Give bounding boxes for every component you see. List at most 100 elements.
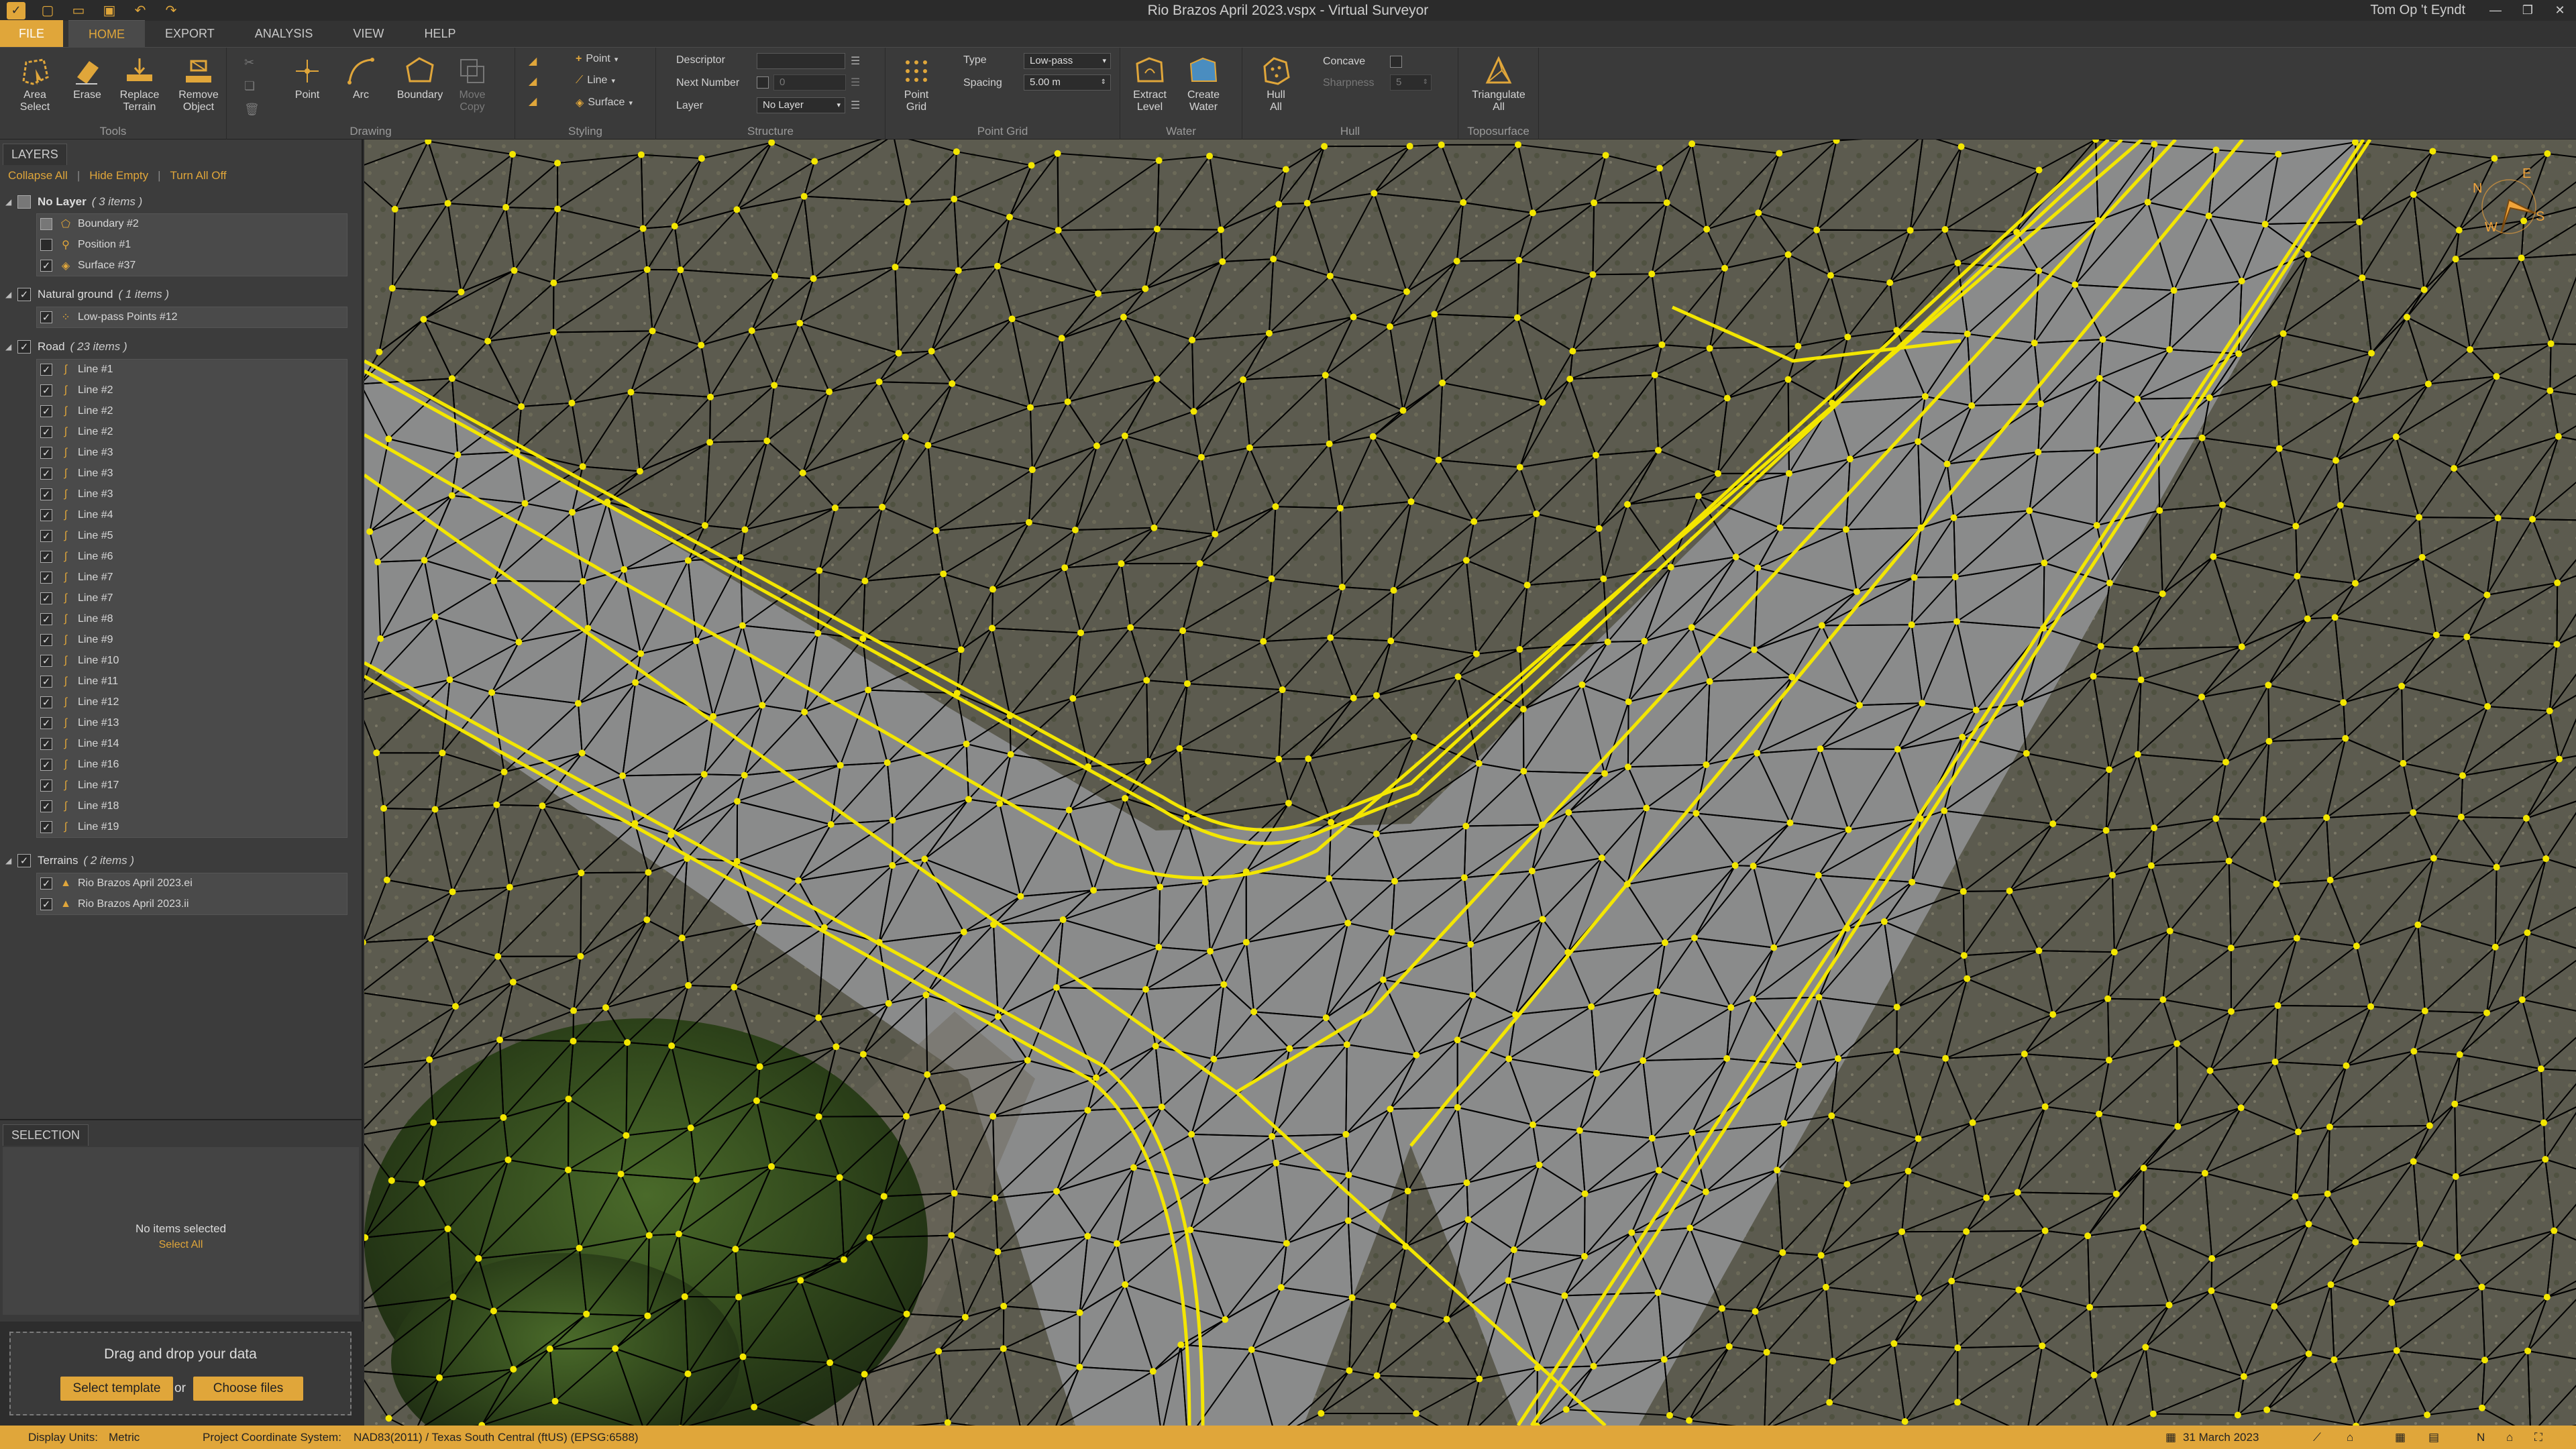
layer-group-no-layer[interactable]: ◢ No Layer ( 3 items ) xyxy=(5,192,344,212)
list-icon[interactable]: ☰ xyxy=(851,54,860,68)
remove-object-button[interactable]: Remove Object xyxy=(172,53,225,113)
draw-point-button[interactable]: Point xyxy=(280,53,334,101)
tab-home[interactable]: HOME xyxy=(68,20,146,47)
layer-item-checkbox[interactable]: ✓ xyxy=(40,405,52,417)
layer-item[interactable]: ⚲ Position #1 xyxy=(40,235,349,254)
area-select-button[interactable]: Area Select xyxy=(8,53,62,113)
style-line-dropdown[interactable]: ⟋ Line ▾ xyxy=(576,74,615,87)
layer-item-checkbox[interactable]: ✓ xyxy=(40,780,52,792)
concave-checkbox[interactable] xyxy=(1390,56,1402,68)
3d-viewport[interactable]: N E S W xyxy=(364,140,2576,1426)
layer-group-road[interactable]: ◢ ✓ Road ( 23 items ) xyxy=(5,337,344,357)
draw-arc-button[interactable]: Arc xyxy=(334,53,388,101)
terrain-scene[interactable] xyxy=(364,140,2576,1426)
layer-item[interactable]: ✓ ▲ Rio Brazos April 2023.ii xyxy=(40,895,349,914)
sharpness-input[interactable]: 5 ⇕ xyxy=(1390,74,1432,91)
layer-group-checkbox[interactable]: ✓ xyxy=(17,288,31,301)
layer-item-checkbox[interactable]: ✓ xyxy=(40,509,52,521)
layer-item[interactable]: ✓ ∫ Line #18 xyxy=(40,797,349,816)
type-select[interactable]: Low-pass ▾ xyxy=(1024,53,1111,69)
delete-icon[interactable]: 🗑 xyxy=(244,103,260,117)
layer-item-checkbox[interactable]: ✓ xyxy=(40,426,52,438)
layer-item-checkbox[interactable]: ✓ xyxy=(40,551,52,563)
selection-tab[interactable]: SELECTION xyxy=(3,1124,89,1146)
layer-item[interactable]: ✓ ∫ Line #7 xyxy=(40,568,349,587)
choose-files-button[interactable]: Choose files xyxy=(193,1377,303,1401)
expand-icon[interactable]: ◢ xyxy=(5,197,15,207)
layer-item[interactable]: ✓ ∫ Line #14 xyxy=(40,735,349,753)
save-icon[interactable]: ▣ xyxy=(101,3,118,19)
layer-item-checkbox[interactable]: ✓ xyxy=(40,572,52,584)
tab-file[interactable]: FILE xyxy=(0,20,64,47)
style-surface-dropdown[interactable]: ◈ Surface ▾ xyxy=(576,96,633,109)
layer-item-checkbox[interactable]: ✓ xyxy=(40,898,52,910)
layer-group-checkbox[interactable]: ✓ xyxy=(17,854,31,867)
select-all-link[interactable]: Select All xyxy=(0,1239,362,1251)
layer-group-checkbox[interactable] xyxy=(17,195,31,209)
hide-empty-link[interactable]: Hide Empty xyxy=(89,169,148,182)
spacing-input[interactable]: 5.00 m ⇕ xyxy=(1024,74,1111,91)
layer-item[interactable]: ✓ ∫ Line #6 xyxy=(40,547,349,566)
turn-all-off-link[interactable]: Turn All Off xyxy=(170,169,227,182)
drop-zone[interactable]: Drag and drop your data Select template … xyxy=(9,1332,352,1415)
layer-item-checkbox[interactable]: ✓ xyxy=(40,613,52,625)
layer-item[interactable]: ✓ ∫ Line #17 xyxy=(40,776,349,795)
extract-level-button[interactable]: Extract Level xyxy=(1123,53,1177,113)
layer-select[interactable]: No Layer ▾ xyxy=(757,97,845,113)
layer-item[interactable]: ✓ ∫ Line #3 xyxy=(40,443,349,462)
style-color-1-icon[interactable]: ◢ xyxy=(529,54,537,68)
replace-terrain-button[interactable]: Replace Terrain xyxy=(113,53,166,113)
layer-item-checkbox[interactable]: ✓ xyxy=(40,260,52,272)
layer-item-checkbox[interactable]: ✓ xyxy=(40,655,52,667)
undo-icon[interactable]: ↶ xyxy=(131,3,149,19)
layer-item-checkbox[interactable]: ✓ xyxy=(40,676,52,688)
list-icon[interactable]: ☰ xyxy=(851,76,860,89)
layer-item[interactable]: ✓ ∫ Line #5 xyxy=(40,527,349,545)
layer-item[interactable]: ✓ ∫ Line #10 xyxy=(40,651,349,670)
layer-item-checkbox[interactable]: ✓ xyxy=(40,592,52,604)
layer-item[interactable]: ✓ ⁘ Low-pass Points #12 xyxy=(40,308,349,327)
layer-item[interactable]: ✓ ∫ Line #7 xyxy=(40,589,349,608)
next-number-input[interactable]: 0 xyxy=(773,74,846,91)
layer-item-checkbox[interactable]: ✓ xyxy=(40,447,52,459)
layer-group-checkbox[interactable]: ✓ xyxy=(17,340,31,354)
layer-item[interactable]: ✓ ∫ Line #4 xyxy=(40,506,349,525)
triangulate-all-button[interactable]: Triangulate All xyxy=(1472,53,1525,113)
layer-group-terrains[interactable]: ◢ ✓ Terrains ( 2 items ) xyxy=(5,851,344,871)
chart-icon[interactable]: ⟋ xyxy=(2313,1426,2321,1449)
user-name[interactable]: Tom Op 't Eyndt xyxy=(2370,0,2465,21)
collapse-all-link[interactable]: Collapse All xyxy=(8,169,68,182)
close-icon[interactable]: ✕ xyxy=(2544,0,2576,21)
expand-icon[interactable]: ◢ xyxy=(5,342,15,352)
display-units-value[interactable]: Metric xyxy=(109,1426,140,1449)
select-template-button[interactable]: Select template xyxy=(60,1377,173,1401)
tab-analysis[interactable]: ANALYSIS xyxy=(235,20,333,47)
layer-group-natural-ground[interactable]: ◢ ✓ Natural ground ( 1 items ) xyxy=(5,284,344,305)
layer-item[interactable]: ✓ ∫ Line #12 xyxy=(40,693,349,712)
lock-icon[interactable]: ⌂ xyxy=(2347,1426,2353,1449)
point-grid-button[interactable]: Point Grid xyxy=(890,53,943,113)
layer-item-checkbox[interactable]: ✓ xyxy=(40,364,52,376)
date-display[interactable]: 31 March 2023 xyxy=(2183,1426,2259,1449)
layer-item[interactable]: ✓ ∫ Line #8 xyxy=(40,610,349,629)
maximize-icon[interactable]: ❐ xyxy=(2512,0,2544,21)
redo-icon[interactable]: ↷ xyxy=(162,3,180,19)
layer-item-checkbox[interactable]: ✓ xyxy=(40,717,52,729)
layer-item[interactable]: ✓ ∫ Line #13 xyxy=(40,714,349,733)
fullscreen-icon[interactable]: ⛶ xyxy=(2534,1426,2542,1449)
home-icon[interactable]: ⌂ xyxy=(2506,1426,2513,1449)
layer-item[interactable]: ✓ ∫ Line #1 xyxy=(40,360,349,379)
layer-item-checkbox[interactable]: ✓ xyxy=(40,384,52,396)
layer-item-checkbox[interactable]: ✓ xyxy=(40,634,52,646)
descriptor-input[interactable] xyxy=(757,53,845,69)
spinner-icon[interactable]: ⇕ xyxy=(1423,75,1428,90)
layer-item-checkbox[interactable]: ✓ xyxy=(40,311,52,323)
tab-view[interactable]: VIEW xyxy=(333,20,404,47)
layer-item[interactable]: ✓ ∫ Line #19 xyxy=(40,818,349,837)
layer-item[interactable]: ✓ ∫ Line #3 xyxy=(40,485,349,504)
open-folder-icon[interactable]: ▭ xyxy=(70,3,87,19)
tab-help[interactable]: HELP xyxy=(404,20,476,47)
layer-item-checkbox[interactable]: ✓ xyxy=(40,821,52,833)
style-point-dropdown[interactable]: + Point ▾ xyxy=(576,53,618,65)
layer-item[interactable]: ✓ ∫ Line #2 xyxy=(40,402,349,421)
